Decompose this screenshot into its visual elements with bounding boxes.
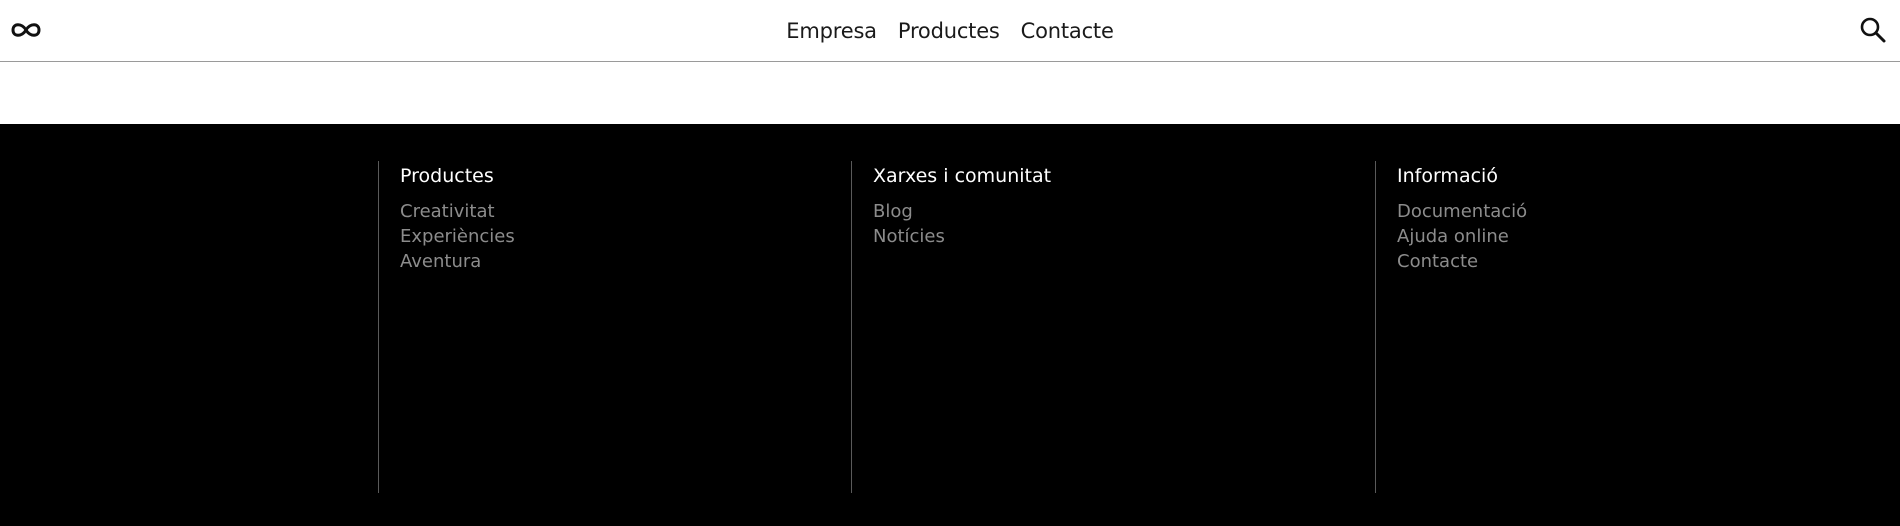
footer-column-title: Informació xyxy=(1397,165,1498,187)
footer-column-informacio: Informació Documentació Ajuda online Con… xyxy=(1375,161,1775,493)
footer-link-list: Creativitat Experiències Aventura xyxy=(400,199,851,274)
nav-link-contacte[interactable]: Contacte xyxy=(1021,19,1114,43)
nav-link-productes[interactable]: Productes xyxy=(898,19,1000,43)
top-header: Empresa Productes Contacte xyxy=(0,0,1900,62)
list-item: Documentació xyxy=(1397,199,1775,224)
list-item: Aventura xyxy=(400,249,851,274)
footer-link-creativitat[interactable]: Creativitat xyxy=(400,201,495,222)
footer-column-title: Productes xyxy=(400,165,494,187)
list-item: Ajuda online xyxy=(1397,224,1775,249)
footer-link-list: Blog Notícies xyxy=(873,199,1375,249)
site-footer: Productes Creativitat Experiències Avent… xyxy=(0,124,1900,526)
footer-column-xarxes: Xarxes i comunitat Blog Notícies xyxy=(851,161,1375,493)
content-spacer xyxy=(0,62,1900,124)
footer-link-contacte[interactable]: Contacte xyxy=(1397,251,1478,272)
main-nav: Empresa Productes Contacte xyxy=(0,0,1900,61)
footer-link-aventura[interactable]: Aventura xyxy=(400,251,481,272)
list-item: Contacte xyxy=(1397,249,1775,274)
footer-link-noticies[interactable]: Notícies xyxy=(873,226,945,247)
list-item: Notícies xyxy=(873,224,1375,249)
list-item: Blog xyxy=(873,199,1375,224)
nav-link-empresa[interactable]: Empresa xyxy=(786,19,877,43)
footer-link-experiencies[interactable]: Experiències xyxy=(400,226,515,247)
footer-column-productes: Productes Creativitat Experiències Avent… xyxy=(378,161,851,493)
list-item: Experiències xyxy=(400,224,851,249)
footer-link-list: Documentació Ajuda online Contacte xyxy=(1397,199,1775,274)
footer-link-blog[interactable]: Blog xyxy=(873,201,913,222)
infinity-icon[interactable] xyxy=(8,15,44,45)
list-item: Creativitat xyxy=(400,199,851,224)
footer-link-ajuda-online[interactable]: Ajuda online xyxy=(1397,226,1509,247)
search-icon[interactable] xyxy=(1858,15,1888,45)
footer-column-title: Xarxes i comunitat xyxy=(873,165,1052,187)
footer-link-documentacio[interactable]: Documentació xyxy=(1397,201,1527,222)
